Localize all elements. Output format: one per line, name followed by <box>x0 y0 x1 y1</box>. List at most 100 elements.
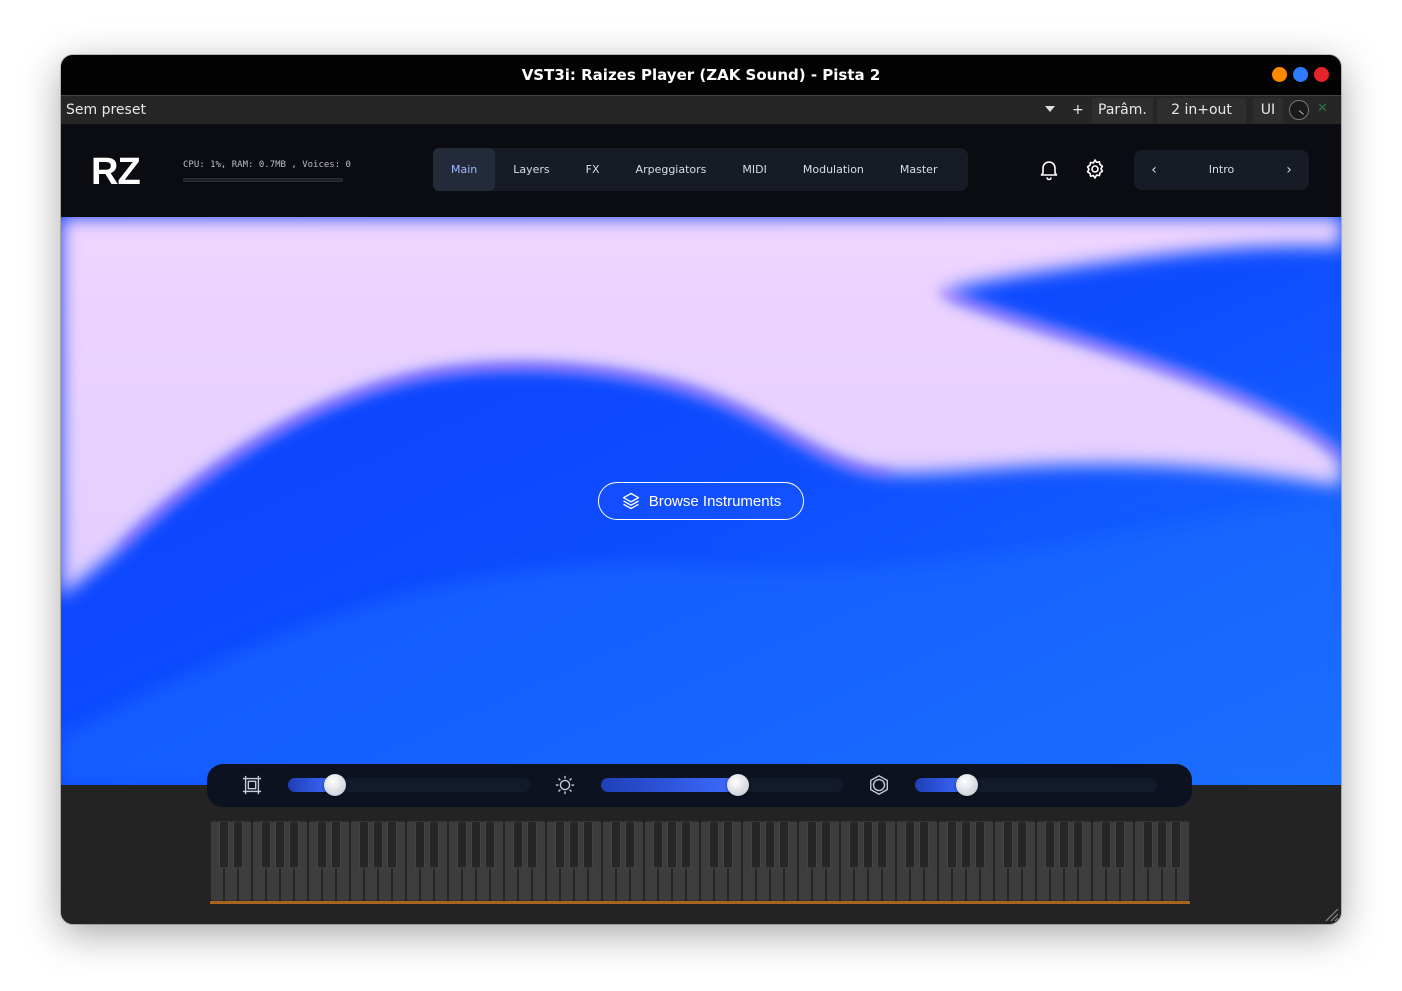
tab-arpeggiators[interactable]: Arpeggiators <box>618 148 725 191</box>
black-key[interactable] <box>877 820 887 869</box>
black-key[interactable] <box>457 820 467 869</box>
hexagon-icon <box>868 774 890 796</box>
brightness-icon <box>554 774 576 796</box>
black-key[interactable] <box>317 820 327 869</box>
black-key[interactable] <box>611 820 621 869</box>
host-toolbar: Sem preset + Parâm. 2 in+out UI ✕ <box>61 95 1341 125</box>
black-key[interactable] <box>947 820 957 869</box>
black-key[interactable] <box>1059 820 1069 869</box>
black-key[interactable] <box>779 820 789 869</box>
tab-fx[interactable]: FX <box>568 148 618 191</box>
black-key[interactable] <box>961 820 971 869</box>
black-key[interactable] <box>261 820 271 869</box>
black-key[interactable] <box>555 820 565 869</box>
black-key[interactable] <box>359 820 369 869</box>
performance-meter <box>183 178 343 182</box>
piano-keys[interactable] <box>210 820 1190 903</box>
black-key[interactable] <box>471 820 481 869</box>
browse-instruments-label: Browse Instruments <box>648 492 782 510</box>
black-key[interactable] <box>1101 820 1111 869</box>
black-key[interactable] <box>975 820 985 869</box>
rz-logo: RZ <box>91 151 141 193</box>
resize-grip-icon[interactable] <box>1323 906 1339 922</box>
black-key[interactable] <box>1171 820 1181 869</box>
macro-slider-1-thumb[interactable] <box>324 774 346 796</box>
close-button[interactable] <box>1314 67 1329 82</box>
black-key[interactable] <box>1073 820 1083 869</box>
plugin-window: VST3i: Raizes Player (ZAK Sound) - Pista… <box>61 55 1341 924</box>
black-key[interactable] <box>583 820 593 869</box>
black-key[interactable] <box>569 820 579 869</box>
black-key[interactable] <box>765 820 775 869</box>
wet-dry-knob[interactable] <box>1289 100 1309 120</box>
black-key[interactable] <box>233 820 243 869</box>
black-key[interactable] <box>849 820 859 869</box>
macro-slider-2-fill <box>601 778 738 792</box>
black-key[interactable] <box>485 820 495 869</box>
black-key[interactable] <box>219 820 229 869</box>
macro-slider-2[interactable] <box>601 774 843 796</box>
keyboard-accent-line <box>210 901 1190 904</box>
piano-keyboard[interactable] <box>210 820 1190 903</box>
black-key[interactable] <box>723 820 733 869</box>
plugin-header: RZ CPU: 1%, RAM: 0.7MB , Voices: 0 Main … <box>61 125 1341 217</box>
black-key[interactable] <box>289 820 299 869</box>
ui-button[interactable]: UI <box>1253 98 1283 123</box>
macro-slider-3[interactable] <box>915 774 1157 796</box>
next-preset-button[interactable]: › <box>1278 159 1300 181</box>
black-key[interactable] <box>373 820 383 869</box>
black-key[interactable] <box>667 820 677 869</box>
main-tabs: Main Layers FX Arpeggiators MIDI Modulat… <box>433 148 968 191</box>
black-key[interactable] <box>709 820 719 869</box>
preset-dropdown-icon[interactable] <box>1045 106 1055 112</box>
tab-midi[interactable]: MIDI <box>724 148 784 191</box>
window-controls <box>1272 67 1329 82</box>
black-key[interactable] <box>331 820 341 869</box>
black-key[interactable] <box>1045 820 1055 869</box>
window-titlebar: VST3i: Raizes Player (ZAK Sound) - Pista… <box>61 55 1341 95</box>
preset-selector[interactable]: Sem preset <box>66 102 146 118</box>
minimize-button[interactable] <box>1272 67 1287 82</box>
black-key[interactable] <box>1115 820 1125 869</box>
params-button[interactable]: Parâm. <box>1092 98 1153 123</box>
tab-modulation[interactable]: Modulation <box>785 148 882 191</box>
black-key[interactable] <box>1003 820 1013 869</box>
black-key[interactable] <box>681 820 691 869</box>
black-key[interactable] <box>905 820 915 869</box>
black-key[interactable] <box>807 820 817 869</box>
macro-slider-3-thumb[interactable] <box>956 774 978 796</box>
tab-master[interactable]: Master <box>882 148 956 191</box>
black-key[interactable] <box>429 820 439 869</box>
layers-icon <box>622 492 639 510</box>
macro-slider-1[interactable] <box>288 774 530 796</box>
black-key[interactable] <box>1143 820 1153 869</box>
bell-icon[interactable] <box>1037 157 1061 181</box>
black-key[interactable] <box>527 820 537 869</box>
black-key[interactable] <box>863 820 873 869</box>
browse-instruments-button[interactable]: Browse Instruments <box>598 482 804 520</box>
black-key[interactable] <box>1017 820 1027 869</box>
black-key[interactable] <box>513 820 523 869</box>
black-key[interactable] <box>415 820 425 869</box>
performance-stats: CPU: 1%, RAM: 0.7MB , Voices: 0 <box>183 160 351 170</box>
tab-main[interactable]: Main <box>433 148 496 191</box>
black-key[interactable] <box>653 820 663 869</box>
black-key[interactable] <box>751 820 761 869</box>
black-key[interactable] <box>387 820 397 869</box>
black-key[interactable] <box>1157 820 1167 869</box>
preset-navigator: ‹ Intro › <box>1134 150 1309 190</box>
black-key[interactable] <box>821 820 831 869</box>
black-key[interactable] <box>625 820 635 869</box>
io-button[interactable]: 2 in+out <box>1157 98 1246 123</box>
macro-controls <box>207 764 1192 807</box>
hero-artwork: Browse Instruments <box>61 217 1341 785</box>
frame-icon <box>241 774 263 796</box>
macro-slider-2-thumb[interactable] <box>727 774 749 796</box>
black-key[interactable] <box>919 820 929 869</box>
tab-layers[interactable]: Layers <box>495 148 567 191</box>
maximize-button[interactable] <box>1293 67 1308 82</box>
black-key[interactable] <box>275 820 285 869</box>
add-preset-button[interactable]: + <box>1066 98 1090 123</box>
gear-icon[interactable] <box>1083 157 1107 181</box>
bypass-icon[interactable]: ✕ <box>1317 101 1328 116</box>
